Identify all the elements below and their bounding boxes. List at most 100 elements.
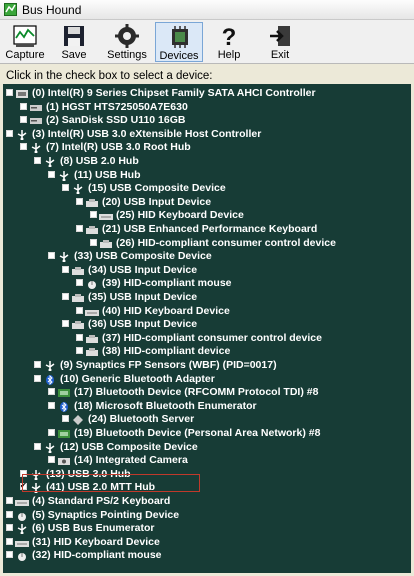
capture-button[interactable]: Capture	[2, 22, 48, 62]
chip-icon	[168, 25, 192, 49]
keyboard-icon	[15, 537, 29, 547]
device-checkbox[interactable]	[90, 238, 97, 246]
tree-item-label: (9) Synaptics FP Sensors (WBF) (PID=0017…	[60, 359, 277, 371]
device-checkbox[interactable]	[48, 401, 55, 409]
tree-item-label: (12) USB Composite Device	[60, 440, 198, 453]
settings-button-label: Settings	[107, 49, 147, 61]
device-checkbox[interactable]	[48, 252, 55, 260]
device-checkbox[interactable]	[48, 388, 55, 396]
tree-item-label: (2) SanDisk SSD U110 16GB	[46, 114, 186, 127]
usb-icon	[15, 523, 29, 535]
device-checkbox[interactable]	[76, 197, 83, 205]
gear-icon	[115, 24, 139, 48]
input-device-icon	[85, 224, 99, 234]
devices-button[interactable]: Devices	[155, 22, 203, 62]
network-icon	[57, 387, 71, 398]
usb-icon	[43, 360, 57, 372]
mouse-icon	[85, 278, 99, 290]
device-tree[interactable]: (0) Intel(R) 9 Series Chipset Family SAT…	[3, 84, 411, 573]
exit-button-label: Exit	[270, 49, 290, 61]
bluetooth-icon	[43, 374, 57, 385]
device-checkbox[interactable]	[34, 374, 41, 382]
exit-button[interactable]: Exit	[257, 22, 303, 62]
title-bar: Bus Hound	[0, 0, 414, 20]
usb-icon	[43, 442, 57, 454]
keyboard-icon	[15, 496, 29, 506]
tree-item-label: (24) Bluetooth Server	[88, 413, 195, 426]
tree-item-label: (19) Bluetooth Device (Personal Area Net…	[74, 427, 321, 439]
tree-item-label: (5) Synaptics Pointing Device	[32, 508, 180, 521]
device-checkbox[interactable]	[6, 524, 13, 532]
device-checkbox[interactable]	[76, 279, 83, 287]
usb-icon	[43, 156, 57, 168]
device-checkbox[interactable]	[34, 442, 41, 450]
tree-item-label: (8) USB 2.0 Hub	[60, 155, 139, 167]
selection-highlight-box	[22, 474, 200, 492]
device-checkbox[interactable]	[76, 225, 83, 232]
tree-item-label: (35) USB Input Device	[88, 291, 198, 303]
device-checkbox[interactable]	[6, 537, 13, 545]
save-button[interactable]: Save	[51, 22, 97, 62]
tree-item-label: (26) HID-compliant consumer control devi…	[116, 236, 336, 249]
mouse-icon	[15, 510, 29, 521]
device-checkbox[interactable]	[48, 170, 55, 178]
tree-item-label: (32) HID-compliant mouse	[32, 549, 162, 562]
device-checkbox[interactable]	[76, 347, 83, 355]
device-checkbox[interactable]	[62, 184, 69, 192]
tree-item-label: (36) USB Input Device	[88, 318, 198, 331]
mouse-icon	[15, 550, 29, 562]
svg-text:?: ?	[222, 24, 237, 48]
device-checkbox[interactable]	[34, 361, 41, 368]
tree-item-label: (6) USB Bus Enumerator	[32, 522, 155, 535]
network-icon	[57, 428, 71, 438]
device-checkbox[interactable]	[6, 129, 13, 137]
device-checkbox[interactable]	[6, 89, 13, 96]
device-checkbox[interactable]	[20, 102, 27, 110]
device-checkbox[interactable]	[20, 116, 27, 124]
input-device-icon	[71, 319, 85, 330]
tree-item-label: (38) HID-compliant device	[102, 345, 231, 358]
device-checkbox[interactable]	[6, 551, 13, 559]
device-checkbox[interactable]	[6, 497, 13, 504]
device-checkbox[interactable]	[76, 333, 83, 341]
usb-icon	[29, 142, 43, 154]
toolbar: Capture Save Settings Devices ? Help Exi…	[0, 20, 414, 64]
device-checkbox[interactable]	[62, 415, 69, 423]
usb-icon	[57, 170, 71, 182]
diamond-icon	[71, 414, 85, 426]
input-device-icon	[71, 292, 85, 302]
tree-item-label: (11) USB Hub	[74, 168, 141, 181]
tree-item-label: (3) Intel(R) USB 3.0 eXtensible Host Con…	[32, 127, 262, 140]
tree-item-label: (4) Standard PS/2 Keyboard	[32, 495, 171, 507]
tree-item-label: (33) USB Composite Device	[74, 250, 212, 263]
bluetooth-icon	[57, 401, 71, 412]
capture-icon	[13, 24, 37, 48]
device-checkbox[interactable]	[48, 429, 55, 436]
device-checkbox[interactable]	[62, 320, 69, 328]
device-checkbox[interactable]	[62, 293, 69, 300]
input-device-icon	[99, 238, 113, 248]
device-checkbox[interactable]	[20, 143, 27, 151]
help-button-label: Help	[217, 49, 241, 61]
tree-item-label: (20) USB Input Device	[102, 195, 212, 208]
exit-icon	[268, 24, 292, 48]
device-checkbox[interactable]	[34, 157, 41, 164]
device-checkbox[interactable]	[62, 265, 69, 273]
device-checkbox[interactable]	[6, 510, 13, 518]
tree-item-label: (15) USB Composite Device	[88, 182, 226, 195]
input-device-icon	[71, 265, 85, 275]
settings-button[interactable]: Settings	[102, 22, 152, 62]
device-checkbox[interactable]	[48, 456, 55, 464]
tree-item-label: (0) Intel(R) 9 Series Chipset Family SAT…	[32, 87, 316, 99]
device-selection-hint: Click in the check box to select a devic…	[6, 70, 213, 82]
tree-item-label: (7) Intel(R) USB 3.0 Root Hub	[46, 141, 191, 154]
bus-hound-app-icon	[4, 3, 17, 16]
window-title: Bus Hound	[22, 3, 82, 17]
tree-item-label: (1) HGST HTS725050A7E630	[46, 100, 188, 113]
input-device-icon	[85, 197, 99, 207]
device-checkbox[interactable]	[90, 211, 97, 219]
device-checkbox[interactable]	[76, 306, 83, 314]
help-button[interactable]: ? Help	[206, 22, 252, 62]
tree-item-label: (14) Integrated Camera	[74, 454, 188, 467]
tree-item-label: (31) HID Keyboard Device	[32, 535, 160, 548]
